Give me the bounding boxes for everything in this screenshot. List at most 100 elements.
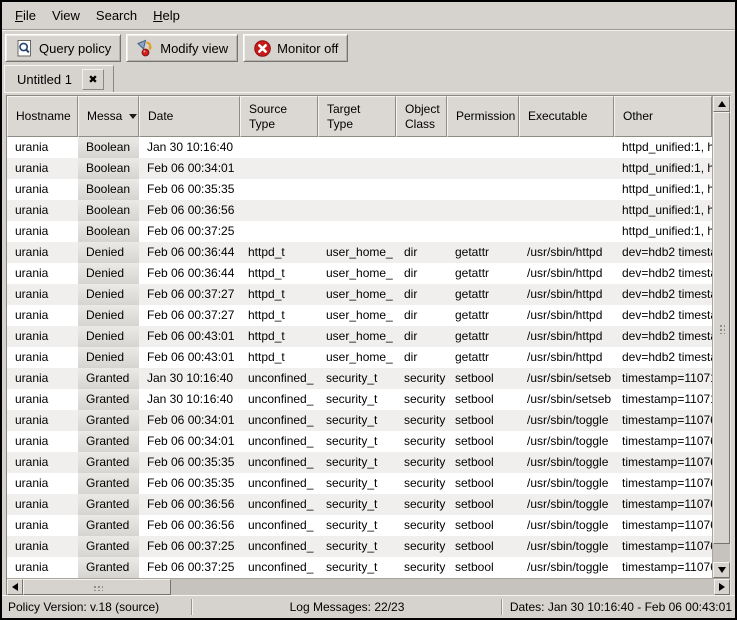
table-row[interactable]: uraniaGrantedFeb 06 00:34:01unconfined_s… — [7, 410, 712, 431]
table-row[interactable]: uraniaGrantedFeb 06 00:35:35unconfined_s… — [7, 452, 712, 473]
menu-view[interactable]: View — [44, 4, 88, 27]
table-cell-executable: /usr/sbin/toggle — [519, 536, 614, 557]
table-row[interactable]: uraniaDeniedFeb 06 00:43:01httpd_tuser_h… — [7, 347, 712, 368]
table-row[interactable]: uraniaDeniedFeb 06 00:37:27httpd_tuser_h… — [7, 284, 712, 305]
vertical-scrollbar-thumb[interactable] — [713, 112, 730, 544]
horizontal-scrollbar-trough[interactable] — [23, 579, 714, 595]
tab-untitled-1[interactable]: Untitled 1 ✖ — [4, 65, 114, 92]
table-cell-date: Feb 06 00:37:27 — [139, 284, 240, 305]
table-row[interactable]: uraniaDeniedFeb 06 00:37:27httpd_tuser_h… — [7, 305, 712, 326]
table-cell-date: Feb 06 00:36:56 — [139, 200, 240, 221]
table-cell-source-type: unconfined_ — [240, 389, 318, 410]
table-cell-date: Jan 30 10:16:40 — [139, 368, 240, 389]
table-row[interactable]: uraniaBooleanFeb 06 00:34:01httpd_unifie… — [7, 158, 712, 179]
table-cell-other: dev=hdb2 timesta — [614, 284, 712, 305]
table-cell-object-class: security — [396, 536, 447, 557]
table-row[interactable]: uraniaGrantedFeb 06 00:35:35unconfined_s… — [7, 473, 712, 494]
column-header-permission[interactable]: Permission — [447, 96, 519, 137]
table-cell-source-type: unconfined_ — [240, 494, 318, 515]
table-cell-object-class — [396, 221, 447, 242]
menu-file[interactable]: File — [7, 4, 44, 27]
column-header-executable[interactable]: Executable — [519, 96, 614, 137]
table-cell-permission: setbool — [447, 452, 519, 473]
table-row[interactable]: uraniaGrantedJan 30 10:16:40unconfined_s… — [7, 368, 712, 389]
horizontal-scrollbar[interactable] — [7, 578, 730, 595]
table-row[interactable]: uraniaBooleanFeb 06 00:37:25httpd_unifie… — [7, 221, 712, 242]
table-cell-hostname: urania — [7, 305, 78, 326]
table-cell-messa: Granted — [78, 389, 139, 410]
table-header-row: HostnameMessaDateSource TypeTarget TypeO… — [7, 96, 712, 137]
table-cell-messa: Denied — [78, 263, 139, 284]
table-row[interactable]: uraniaDeniedFeb 06 00:36:44httpd_tuser_h… — [7, 242, 712, 263]
table-row[interactable]: uraniaGrantedFeb 06 00:34:01unconfined_s… — [7, 431, 712, 452]
tab-close-button[interactable]: ✖ — [82, 69, 104, 90]
table-row[interactable]: uraniaDeniedFeb 06 00:43:01httpd_tuser_h… — [7, 326, 712, 347]
table-cell-permission: getattr — [447, 326, 519, 347]
table-row[interactable]: uraniaGrantedJan 30 10:16:40unconfined_s… — [7, 389, 712, 410]
menu-bar: FileViewSearchHelp — [2, 2, 735, 30]
table-cell-source-type: httpd_t — [240, 305, 318, 326]
table-cell-source-type: unconfined_ — [240, 536, 318, 557]
table-cell-permission: getattr — [447, 263, 519, 284]
horizontal-scrollbar-thumb[interactable] — [23, 579, 171, 595]
column-header-target-type[interactable]: Target Type — [318, 96, 396, 137]
table-row[interactable]: uraniaBooleanJan 30 10:16:40httpd_unifie… — [7, 137, 712, 158]
table-cell-other: httpd_unified:1, h — [614, 200, 712, 221]
table-cell-source-type: unconfined_ — [240, 473, 318, 494]
vertical-scrollbar-trough[interactable] — [713, 112, 730, 562]
status-bar: Policy Version: v.18 (source) Log Messag… — [2, 595, 735, 618]
column-header-object-class[interactable]: Object Class — [396, 96, 447, 137]
table-row[interactable]: uraniaGrantedFeb 06 00:36:56unconfined_s… — [7, 494, 712, 515]
table-cell-date: Feb 06 00:43:01 — [139, 326, 240, 347]
table-cell-permission: getattr — [447, 305, 519, 326]
column-header-date[interactable]: Date — [139, 96, 240, 137]
column-header-hostname[interactable]: Hostname — [7, 96, 78, 137]
table-cell-date: Feb 06 00:35:35 — [139, 452, 240, 473]
table-cell-hostname: urania — [7, 389, 78, 410]
column-header-source-type[interactable]: Source Type — [240, 96, 318, 137]
menu-help[interactable]: Help — [145, 4, 188, 27]
table-cell-permission: setbool — [447, 368, 519, 389]
table-cell-target-type: security_t — [318, 515, 396, 536]
table-cell-hostname: urania — [7, 431, 78, 452]
table-body: uraniaBooleanJan 30 10:16:40httpd_unifie… — [7, 137, 712, 578]
table-cell-other: timestamp=11076 — [614, 536, 712, 557]
scroll-up-button[interactable] — [713, 96, 730, 112]
vertical-scrollbar[interactable] — [712, 96, 730, 578]
table-cell-messa: Granted — [78, 557, 139, 578]
table-cell-hostname: urania — [7, 221, 78, 242]
table-cell-messa: Denied — [78, 347, 139, 368]
column-header-messa[interactable]: Messa — [78, 96, 139, 137]
table-cell-executable: /usr/sbin/toggle — [519, 452, 614, 473]
scroll-right-button[interactable] — [714, 579, 730, 595]
table-cell-other: timestamp=11076 — [614, 452, 712, 473]
monitor-off-button[interactable]: Monitor off — [243, 34, 348, 62]
table-cell-other: timestamp=11076 — [614, 557, 712, 578]
table-cell-target-type: user_home_ — [318, 242, 396, 263]
scroll-down-button[interactable] — [713, 562, 730, 578]
modify-view-button[interactable]: Modify view — [126, 34, 238, 62]
scroll-left-button[interactable] — [7, 579, 23, 595]
table-row[interactable]: uraniaGrantedFeb 06 00:37:25unconfined_s… — [7, 536, 712, 557]
table-row[interactable]: uraniaGrantedFeb 06 00:37:25unconfined_s… — [7, 557, 712, 578]
table-cell-date: Feb 06 00:43:01 — [139, 347, 240, 368]
table-cell-hostname: urania — [7, 536, 78, 557]
table-cell-executable: /usr/sbin/setseb — [519, 389, 614, 410]
table-cell-target-type: user_home_ — [318, 326, 396, 347]
menu-search[interactable]: Search — [88, 4, 145, 27]
query-policy-button[interactable]: Query policy — [5, 34, 121, 62]
table-cell-hostname: urania — [7, 452, 78, 473]
table-row[interactable]: uraniaDeniedFeb 06 00:36:44httpd_tuser_h… — [7, 263, 712, 284]
table-cell-object-class: security — [396, 431, 447, 452]
table-cell-object-class: security — [396, 557, 447, 578]
table-row[interactable]: uraniaGrantedFeb 06 00:36:56unconfined_s… — [7, 515, 712, 536]
table-cell-other: httpd_unified:1, h — [614, 137, 712, 158]
table-row[interactable]: uraniaBooleanFeb 06 00:36:56httpd_unifie… — [7, 200, 712, 221]
table-cell-object-class: security — [396, 494, 447, 515]
table-cell-messa: Denied — [78, 242, 139, 263]
table-cell-hostname: urania — [7, 326, 78, 347]
column-header-other[interactable]: Other — [614, 96, 712, 137]
table-row[interactable]: uraniaBooleanFeb 06 00:35:35httpd_unifie… — [7, 179, 712, 200]
table-cell-source-type — [240, 158, 318, 179]
table-cell-messa: Granted — [78, 536, 139, 557]
